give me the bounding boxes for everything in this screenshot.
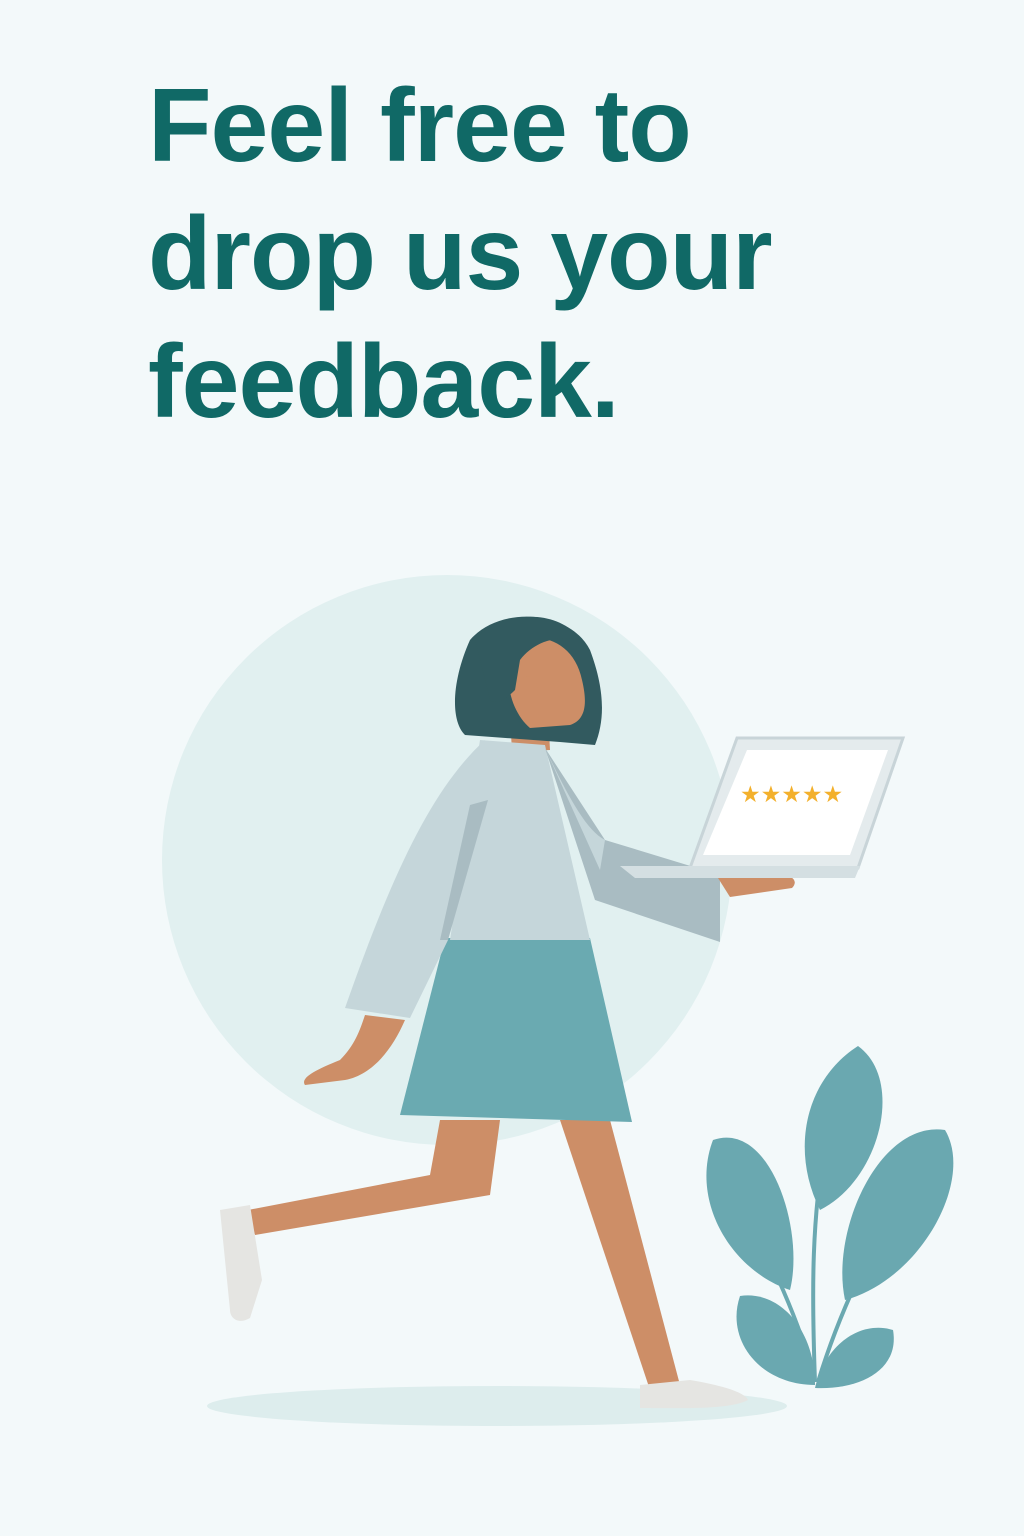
feedback-illustration: ★★★★★ (162, 575, 954, 1426)
star-rating: ★★★★★ (740, 782, 843, 808)
plant-icon (706, 1046, 954, 1389)
